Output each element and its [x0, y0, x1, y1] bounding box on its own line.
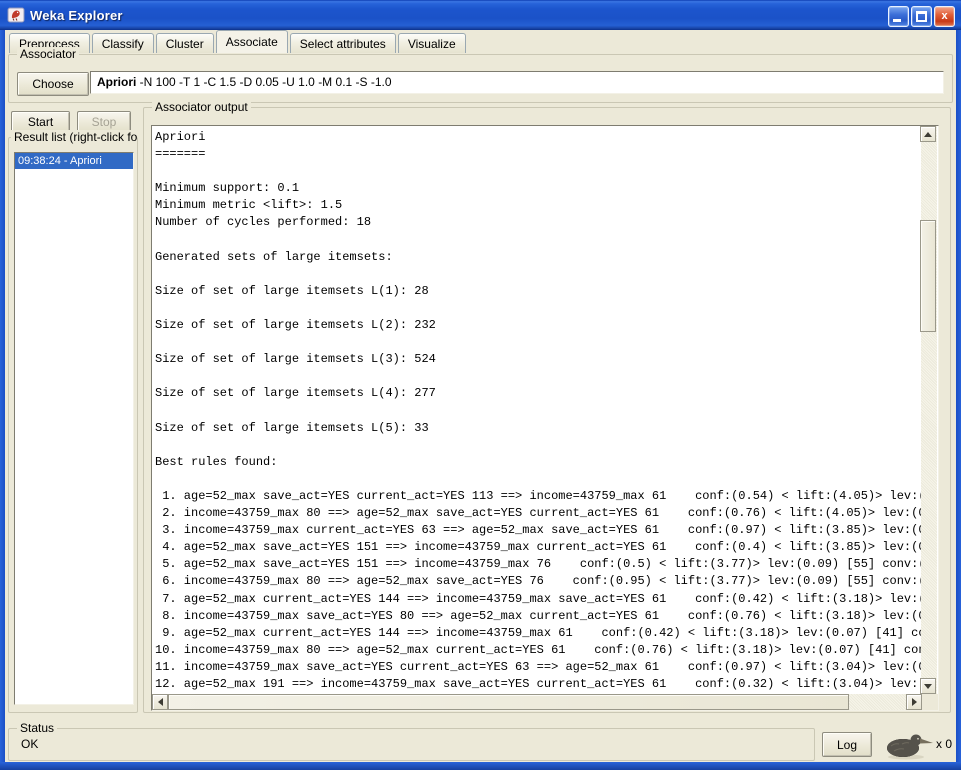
associator-output-group-label: Associator output: [152, 100, 251, 114]
result-list-group: Result list (right-click for o 09:38:24 …: [8, 137, 138, 713]
scroll-up-button[interactable]: [920, 126, 936, 142]
tab-classify[interactable]: Classify: [92, 33, 154, 53]
scroll-right-button[interactable]: [906, 694, 922, 710]
scroll-left-button[interactable]: [152, 694, 168, 710]
associator-scheme-options: -N 100 -T 1 -C 1.5 -D 0.05 -U 1.0 -M 0.1…: [136, 75, 391, 89]
close-icon: x: [941, 10, 947, 22]
status-message: OK: [21, 737, 38, 751]
maximize-icon: [916, 11, 927, 22]
result-list-item[interactable]: 09:38:24 - Apriori: [15, 153, 133, 169]
close-button[interactable]: x: [934, 6, 955, 27]
result-list[interactable]: 09:38:24 - Apriori: [14, 152, 134, 705]
associator-output-viewport[interactable]: Apriori ======= Minimum support: 0.1 Min…: [152, 126, 922, 694]
arrow-down-icon: [924, 684, 932, 693]
arrow-left-icon: [154, 698, 163, 706]
title-bar: Weka Explorer x: [0, 0, 961, 30]
scroll-down-button[interactable]: [920, 678, 936, 694]
choose-button[interactable]: Choose: [17, 72, 89, 96]
tab-associate[interactable]: Associate: [216, 30, 288, 53]
window-border-right: [956, 30, 961, 762]
weka-bird-icon: [882, 730, 934, 760]
arrow-up-icon: [924, 128, 932, 137]
horizontal-scroll-thumb[interactable]: [168, 694, 849, 710]
associator-scheme-name: Apriori: [97, 75, 136, 89]
result-list-group-label: Result list (right-click for o: [11, 130, 137, 144]
minimize-icon: [893, 19, 901, 22]
window-border-left: [0, 30, 5, 762]
weka-app-icon: [7, 6, 25, 24]
window-border-bottom: [0, 762, 961, 770]
associator-output-text: Apriori ======= Minimum support: 0.1 Min…: [155, 129, 922, 694]
log-button[interactable]: Log: [822, 732, 872, 757]
associator-output-group: Associator output Apriori ======= Minimu…: [143, 107, 951, 713]
tab-cluster[interactable]: Cluster: [156, 33, 214, 53]
associator-group-label: Associator: [17, 47, 79, 61]
status-group: Status OK: [8, 728, 815, 761]
window-title: Weka Explorer: [30, 8, 123, 23]
vertical-scroll-thumb[interactable]: [920, 220, 936, 332]
associator-config-field[interactable]: Apriori -N 100 -T 1 -C 1.5 -D 0.05 -U 1.…: [90, 71, 944, 94]
scrollbar-corner: [922, 694, 939, 711]
horizontal-scrollbar[interactable]: [152, 694, 922, 710]
associator-output-box: Apriori ======= Minimum support: 0.1 Min…: [151, 125, 939, 711]
tab-visualize[interactable]: Visualize: [398, 33, 466, 53]
tab-select-attributes[interactable]: Select attributes: [290, 33, 396, 53]
maximize-button[interactable]: [911, 6, 932, 27]
status-group-label: Status: [17, 721, 57, 735]
vertical-scrollbar[interactable]: [921, 126, 937, 694]
weka-bird-counter: x 0: [936, 737, 952, 751]
minimize-button[interactable]: [888, 6, 909, 27]
arrow-right-icon: [912, 698, 921, 706]
